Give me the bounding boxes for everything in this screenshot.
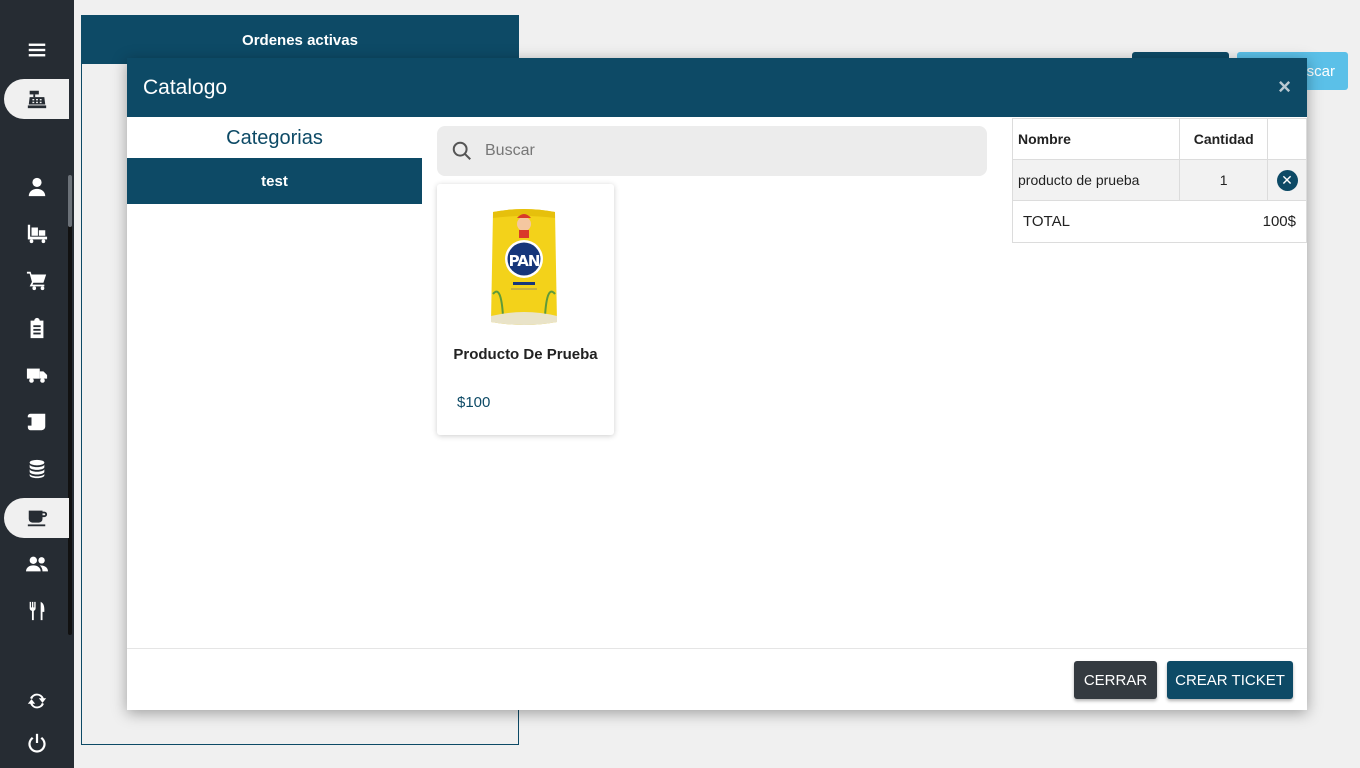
warehouse-icon xyxy=(27,224,48,244)
product-price: $100 xyxy=(457,394,491,411)
user-icon xyxy=(28,177,46,197)
search-icon xyxy=(452,141,471,160)
sidebar-item-restaurant[interactable] xyxy=(0,591,74,631)
modal-title: Catalogo xyxy=(143,75,228,99)
sidebar-item-sync[interactable] xyxy=(0,681,74,721)
sidebar-item-finance[interactable] xyxy=(0,449,74,489)
cart-icon xyxy=(26,271,47,291)
users-icon xyxy=(26,556,48,572)
coins-icon xyxy=(29,459,45,479)
product-image-label: PAN xyxy=(508,252,541,270)
sidebar-item-cart[interactable] xyxy=(0,260,74,300)
remove-item-icon[interactable]: ✕ xyxy=(1276,169,1298,191)
total-value: 100$ xyxy=(1262,213,1296,230)
cart-table: Nombre Cantidad producto de prueba 1 ✕ T… xyxy=(1011,118,1307,243)
sidebar-item-invoices[interactable] xyxy=(0,402,74,442)
menu-toggle[interactable] xyxy=(0,30,74,70)
active-orders-title: Ordenes activas xyxy=(82,16,518,64)
modal-header: Catalogo × xyxy=(127,58,1307,117)
close-button[interactable]: CERRAR xyxy=(1074,661,1157,699)
sidebar-item-users[interactable] xyxy=(0,544,74,584)
close-icon[interactable]: × xyxy=(1278,76,1291,98)
create-ticket-button[interactable]: CREAR TICKET xyxy=(1167,661,1293,699)
utensils-icon xyxy=(29,601,45,621)
cart-row: producto de prueba 1 ✕ xyxy=(1011,159,1307,201)
coffee-icon xyxy=(27,510,47,527)
sidebar-item-logout[interactable] xyxy=(0,723,74,763)
product-name: Producto De Prueba xyxy=(453,346,598,363)
cart-item-quantity: 1 xyxy=(1179,159,1269,201)
sidebar-item-user[interactable] xyxy=(0,167,74,207)
cart-header-quantity: Cantidad xyxy=(1179,118,1269,160)
scroll-icon xyxy=(27,413,46,431)
truck-icon xyxy=(26,368,48,383)
cart-header-actions xyxy=(1267,118,1307,160)
sidebar-item-delivery[interactable] xyxy=(0,355,74,395)
clipboard-icon xyxy=(30,317,44,339)
sync-icon xyxy=(27,693,47,709)
menu-icon xyxy=(28,43,46,57)
catalog-modal: Catalogo × Categorias test PAN Producto … xyxy=(127,58,1307,710)
cart-header-row: Nombre Cantidad xyxy=(1011,118,1307,160)
cart-header-name: Nombre xyxy=(1011,118,1181,160)
categories-title: Categorias xyxy=(226,127,323,149)
cart-item-name: producto de prueba xyxy=(1011,159,1181,201)
search-input[interactable] xyxy=(485,142,965,160)
modal-footer: CERRAR CREAR TICKET xyxy=(127,648,1307,710)
sidebar xyxy=(0,0,74,768)
product-card[interactable]: PAN Producto De Prueba $100 xyxy=(437,184,614,435)
sidebar-item-orders[interactable] xyxy=(0,308,74,348)
sidebar-item-warehouse[interactable] xyxy=(0,213,74,253)
sidebar-item-pos[interactable] xyxy=(4,79,69,119)
power-icon xyxy=(28,733,46,753)
sidebar-item-menu[interactable] xyxy=(4,498,69,538)
cash-register-icon xyxy=(27,90,46,109)
cart-total-row: TOTAL 100$ xyxy=(1012,200,1307,243)
product-search[interactable] xyxy=(437,126,987,176)
category-item[interactable]: test xyxy=(127,158,422,204)
total-label: TOTAL xyxy=(1023,213,1070,230)
